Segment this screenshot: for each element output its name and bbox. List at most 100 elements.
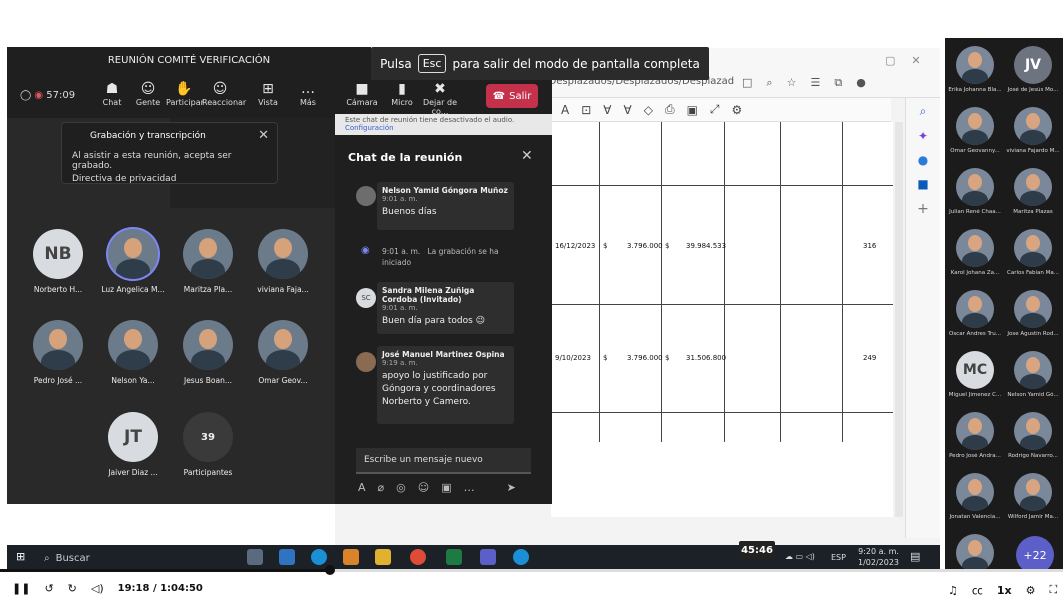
cell-currency[interactable]: $	[665, 242, 669, 250]
expand-icon[interactable]: ⤢	[710, 102, 720, 117]
toolbar-m-sbutton[interactable]: … Más	[290, 80, 326, 107]
explorer-app-icon[interactable]	[343, 549, 359, 565]
gallery-tile[interactable]: Jonatan Valencia...	[947, 473, 1003, 520]
add-icon[interactable]: +	[906, 201, 940, 217]
captions-icon[interactable]: ㏄	[972, 582, 983, 598]
favorite-icon[interactable]: ☆	[787, 76, 797, 90]
calendar-app-icon[interactable]	[279, 549, 295, 565]
settings-icon[interactable]: ⚙	[1026, 584, 1036, 597]
save-icon[interactable]: ▣	[687, 103, 698, 117]
toolbar-reaccionarbutton[interactable]: ☺ Reaccionar	[202, 80, 246, 107]
toolbar-microbutton[interactable]: ▮ Micro	[384, 80, 420, 107]
cell-amount[interactable]: 3.796.000	[627, 354, 663, 362]
text-box-icon[interactable]: ⊡	[581, 103, 591, 117]
rewind-10-icon[interactable]: ↺	[44, 582, 53, 595]
emoji-icon[interactable]: ☺	[418, 481, 429, 494]
gallery-tile[interactable]: Erika Johanna Bla...	[947, 46, 1003, 93]
cell-date[interactable]: 16/12/2023	[555, 242, 595, 250]
loop-icon[interactable]: ◎	[396, 481, 406, 494]
gallery-tile[interactable]: Omar Geovanny...	[947, 107, 1003, 154]
erase-icon[interactable]: ◇	[644, 103, 653, 117]
close-icon[interactable]: ✕	[258, 128, 269, 143]
restore-icon[interactable]: ▢	[885, 54, 895, 67]
profile-icon[interactable]: ●	[856, 76, 866, 90]
gallery-tile[interactable]: Wilford Jamir Ma...	[1005, 473, 1061, 520]
participant-tile[interactable]: Luz Angelica M...	[97, 229, 169, 294]
participant-tile[interactable]: JT Jaiver Diaz ...	[97, 412, 169, 477]
cell-currency[interactable]: $	[665, 354, 669, 362]
pause-icon[interactable]: ❚❚	[12, 582, 30, 595]
chat-message[interactable]: Nelson Yamid Góngora Muñoz 9:01 a. m. Bu…	[377, 182, 514, 230]
print-icon[interactable]: ⎙	[665, 102, 675, 117]
gif-icon[interactable]: ▣	[441, 481, 451, 494]
text-size-icon[interactable]: A	[561, 103, 569, 117]
edge-app-icon[interactable]	[513, 549, 529, 565]
cell-currency[interactable]: $	[603, 242, 607, 250]
close-window-icon[interactable]: ✕	[911, 54, 920, 67]
favorites-bar-icon[interactable]: ☰	[810, 76, 820, 90]
gallery-tile[interactable]: Maritza Plazas	[1005, 168, 1061, 215]
excel-app-icon[interactable]	[446, 549, 462, 565]
esc-key[interactable]: Esc	[417, 54, 447, 73]
participant-tile[interactable]: 39 Participantes	[172, 412, 244, 477]
tab-icon[interactable]: □	[742, 76, 752, 90]
participant-tile[interactable]: Pedro José ...	[22, 320, 94, 385]
cell-number[interactable]: 249	[863, 354, 876, 362]
gallery-tile[interactable]: Pedro José Andra...	[947, 412, 1003, 459]
notifications-icon[interactable]: ▤	[910, 550, 920, 563]
speed-button[interactable]: 1x	[997, 584, 1012, 597]
windows-start-icon[interactable]: ⊞	[16, 550, 25, 563]
participant-tile[interactable]: Omar Geov...	[247, 320, 319, 385]
vertical-scrollbar[interactable]	[895, 122, 903, 517]
toolbar-vistabutton[interactable]: ⊞ Vista	[250, 80, 286, 107]
folder-app-icon[interactable]	[375, 549, 391, 565]
gallery-tile[interactable]: MC Miguel Jimenez C...	[947, 351, 1003, 398]
toolbar-participarbutton[interactable]: ✋ Participar	[166, 80, 204, 107]
leave-button[interactable]: ☎ Salir	[486, 84, 538, 108]
taskbar-search[interactable]: ⌕ Buscar	[44, 549, 174, 567]
draw-icon[interactable]: ∀	[603, 103, 611, 117]
cell-amount[interactable]: 31.506.800	[686, 354, 726, 362]
cell-date[interactable]: 9/10/2023	[555, 354, 591, 362]
cell-currency[interactable]: $	[603, 354, 607, 362]
zoom-icon[interactable]: ⌕	[766, 76, 772, 90]
gallery-tile[interactable]: Oscar Andres Tru...	[947, 290, 1003, 337]
cell-number[interactable]: 316	[863, 242, 876, 250]
office-icon[interactable]: ●	[906, 153, 940, 167]
participant-tile[interactable]: Nelson Ya...	[97, 320, 169, 385]
toolbar-gentebutton[interactable]: ☺ Gente	[130, 80, 166, 107]
format-icon[interactable]: A	[358, 481, 366, 494]
chat-input[interactable]: Escribe un mensaje nuevo	[356, 448, 531, 474]
settings-icon[interactable]: ⚙	[732, 103, 743, 117]
progress-handle[interactable]	[324, 565, 335, 575]
chat-message[interactable]: José Manuel Martinez Ospina 9:19 a. m. a…	[377, 346, 514, 424]
attach-icon[interactable]: ⌀	[378, 481, 385, 494]
more-options-icon[interactable]: …	[464, 481, 475, 494]
participant-tile[interactable]: viviana Faja...	[247, 229, 319, 294]
edge-app-icon[interactable]	[311, 549, 327, 565]
forward-10-icon[interactable]: ↻	[68, 582, 77, 595]
system-tray-icons[interactable]: ☁ ▭ ◁)	[785, 552, 815, 561]
sparkle-icon[interactable]: ✦	[906, 129, 940, 143]
collections-icon[interactable]: ⧉	[834, 76, 842, 90]
cell-amount[interactable]: 3.796.000	[627, 242, 663, 250]
cell-amount[interactable]: 39.984.533	[686, 242, 726, 250]
volume-icon[interactable]: ◁)	[91, 582, 104, 595]
taskbar-clock[interactable]: 9:20 a. m. 1/02/2023	[858, 546, 899, 568]
toolbar-dejar-de-co-button[interactable]: ✖ Dejar de co...	[422, 80, 458, 116]
teams-app-icon[interactable]	[480, 549, 496, 565]
highlight-icon[interactable]: ∀	[624, 103, 632, 117]
gallery-tile[interactable]: JV José de Jesús Mo...	[1005, 46, 1061, 93]
chat-message[interactable]: Sandra Milena Zuñiga Cordoba (Invitado) …	[377, 282, 514, 334]
gallery-tile[interactable]: Rodrigo Navarro...	[1005, 412, 1061, 459]
participant-tile[interactable]: Maritza Pla...	[172, 229, 244, 294]
gallery-tile[interactable]: Julian René Chaa...	[947, 168, 1003, 215]
privacy-link[interactable]: Directiva de privacidad	[72, 174, 267, 184]
participant-tile[interactable]: NB Norberto H...	[22, 229, 94, 294]
language-indicator[interactable]: ESP	[831, 553, 846, 562]
outlook-icon[interactable]: ■	[906, 177, 940, 191]
toolbar-chatbutton[interactable]: ☗ Chat	[94, 80, 130, 107]
gallery-tile[interactable]: viviana Fajardo M...	[1005, 107, 1061, 154]
gallery-tile[interactable]: Karol Johana Za...	[947, 229, 1003, 276]
fullscreen-icon[interactable]: ⛶	[1050, 583, 1058, 597]
